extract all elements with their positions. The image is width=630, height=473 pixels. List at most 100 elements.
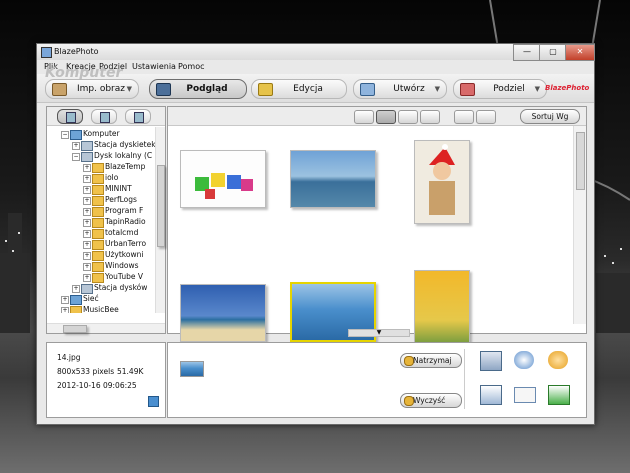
expand-icon[interactable]: +: [72, 142, 80, 150]
dice-image: [195, 173, 253, 199]
collapse-icon[interactable]: −: [72, 153, 80, 161]
tree-item-label: Stacja dysków: [94, 283, 148, 292]
tab-library[interactable]: [125, 109, 151, 124]
tree-item-label: Użytkowni: [105, 250, 144, 259]
tree-item-label: Komputer: [83, 129, 120, 138]
view-filmstrip-button[interactable]: [354, 110, 374, 124]
expand-icon[interactable]: +: [83, 241, 91, 249]
expand-icon[interactable]: +: [83, 186, 91, 194]
burn-cd-icon[interactable]: [514, 351, 534, 369]
scrollbar-thumb[interactable]: [63, 325, 87, 333]
expand-icon[interactable]: +: [72, 285, 80, 293]
folder-icon: [92, 185, 104, 195]
tab-albums[interactable]: [91, 109, 117, 124]
expand-icon[interactable]: +: [61, 296, 69, 304]
scrollbar-thumb[interactable]: [576, 132, 585, 190]
tray-divider: [464, 349, 465, 409]
expand-icon[interactable]: +: [83, 230, 91, 238]
folder-icon: [92, 218, 104, 228]
folder-icon: [92, 229, 104, 239]
tree-item-label: TapinRadio: [105, 217, 146, 226]
thumbnail-sea[interactable]: [290, 150, 376, 208]
burn-dvd-icon[interactable]: [548, 351, 568, 369]
menu-pomoc[interactable]: Pomoc: [178, 62, 205, 71]
expand-icon[interactable]: +: [83, 274, 91, 282]
sort-button[interactable]: Sortuj Wg: [520, 109, 580, 124]
expand-icon[interactable]: +: [83, 263, 91, 271]
tree-item-label: totalcmd: [105, 228, 139, 237]
tray-thumbnail[interactable]: [180, 361, 204, 377]
expand-icon[interactable]: +: [83, 219, 91, 227]
folder-icon: [92, 240, 104, 250]
thumbnail-dice[interactable]: [180, 150, 266, 208]
network-icon: [70, 295, 82, 305]
thumbnail-santa[interactable]: [414, 140, 470, 224]
expand-icon[interactable]: +: [61, 307, 69, 313]
tree-item-label: MusicBee: [83, 305, 119, 313]
import-button[interactable]: Imp. obraz ▼: [45, 79, 139, 99]
folder-icon: [92, 163, 104, 173]
title-bar[interactable]: BlazePhoto — ▢ ✕: [37, 44, 595, 61]
pane-splitter[interactable]: ▼: [348, 329, 410, 337]
chevron-down-icon: ▼: [434, 85, 440, 93]
minimize-button[interactable]: —: [513, 44, 541, 61]
library-tab-icon: [134, 112, 144, 123]
image-info-pane: 14.jpg 800x533 pixels 51.49K 2012-10-16 …: [46, 342, 166, 418]
folder-icon: [92, 251, 104, 261]
folder-icon: [70, 306, 82, 313]
scrollbar-thumb[interactable]: [157, 165, 165, 247]
menu-ustawienia[interactable]: Ustawienia: [132, 62, 176, 71]
preview-button[interactable]: Podgląd: [149, 79, 247, 99]
email-icon[interactable]: [514, 387, 536, 403]
tab-folders[interactable]: [57, 109, 83, 124]
info-filename: 14.jpg: [57, 353, 81, 362]
maximize-button[interactable]: ▢: [539, 44, 567, 61]
thumbnail-beach[interactable]: [180, 284, 266, 342]
collapse-icon[interactable]: −: [61, 131, 69, 139]
folder-tab-icon: [66, 112, 76, 123]
tree-horizontal-scrollbar[interactable]: [47, 323, 165, 333]
drive-icon: [81, 152, 93, 162]
tree-item-label: BlazeTemp: [105, 162, 146, 171]
clear-button[interactable]: Wyczyść: [400, 393, 462, 408]
print-icon[interactable]: [480, 351, 502, 371]
folder-icon: [92, 262, 104, 272]
tree-item-label: Dysk lokalny (C: [94, 151, 153, 160]
folder-tree: − Komputer + Stacja dyskietek − Dysk lokalny …: [47, 127, 155, 313]
window-title: BlazePhoto: [54, 47, 99, 56]
view-small-thumbnails-button[interactable]: [398, 110, 418, 124]
tree-item-label: YouTube V: [105, 272, 144, 281]
share-button[interactable]: Podziel ▼: [453, 79, 547, 99]
view-fullscreen-button[interactable]: [476, 110, 496, 124]
hold-button[interactable]: Natrzymaj: [400, 353, 462, 368]
close-button[interactable]: ✕: [565, 44, 595, 61]
tree-item-label: Program F: [105, 206, 144, 215]
computer-icon: [70, 130, 82, 140]
expand-icon[interactable]: +: [83, 197, 91, 205]
expand-icon[interactable]: +: [83, 252, 91, 260]
view-thumbnails-button[interactable]: [376, 110, 396, 124]
viewer-vertical-scrollbar[interactable]: [573, 126, 586, 324]
expand-icon[interactable]: +: [83, 175, 91, 183]
view-slideshow-button[interactable]: [454, 110, 474, 124]
album-tab-icon: [100, 112, 110, 123]
edit-button[interactable]: Edycja: [251, 79, 347, 99]
tree-item-label: MININT: [105, 184, 132, 193]
create-button[interactable]: Utwórz ▼: [353, 79, 447, 99]
tree-item-label: Sieć: [83, 294, 99, 303]
edit-document-icon[interactable]: [480, 385, 502, 405]
main-toolbar: Komputer Imp. obraz ▼ Podgląd Edycja Utw…: [37, 65, 594, 103]
expand-icon[interactable]: +: [83, 164, 91, 172]
chevron-down-icon: ▼: [126, 85, 132, 93]
expand-icon[interactable]: +: [83, 208, 91, 216]
export-icon[interactable]: [548, 385, 570, 405]
info-datetime: 2012-10-16 09:06:25: [57, 381, 137, 390]
info-filesize: 51.49K: [117, 367, 144, 376]
folder-icon: [92, 273, 104, 283]
view-details-button[interactable]: [420, 110, 440, 124]
refresh-icon[interactable]: [148, 396, 159, 407]
blazephoto-logo: BlazePhoto: [545, 84, 590, 92]
selection-tray: Natrzymaj Wyczyść: [167, 342, 587, 418]
tree-vertical-scrollbar[interactable]: [155, 127, 165, 313]
edit-label: Edycja: [293, 84, 323, 94]
